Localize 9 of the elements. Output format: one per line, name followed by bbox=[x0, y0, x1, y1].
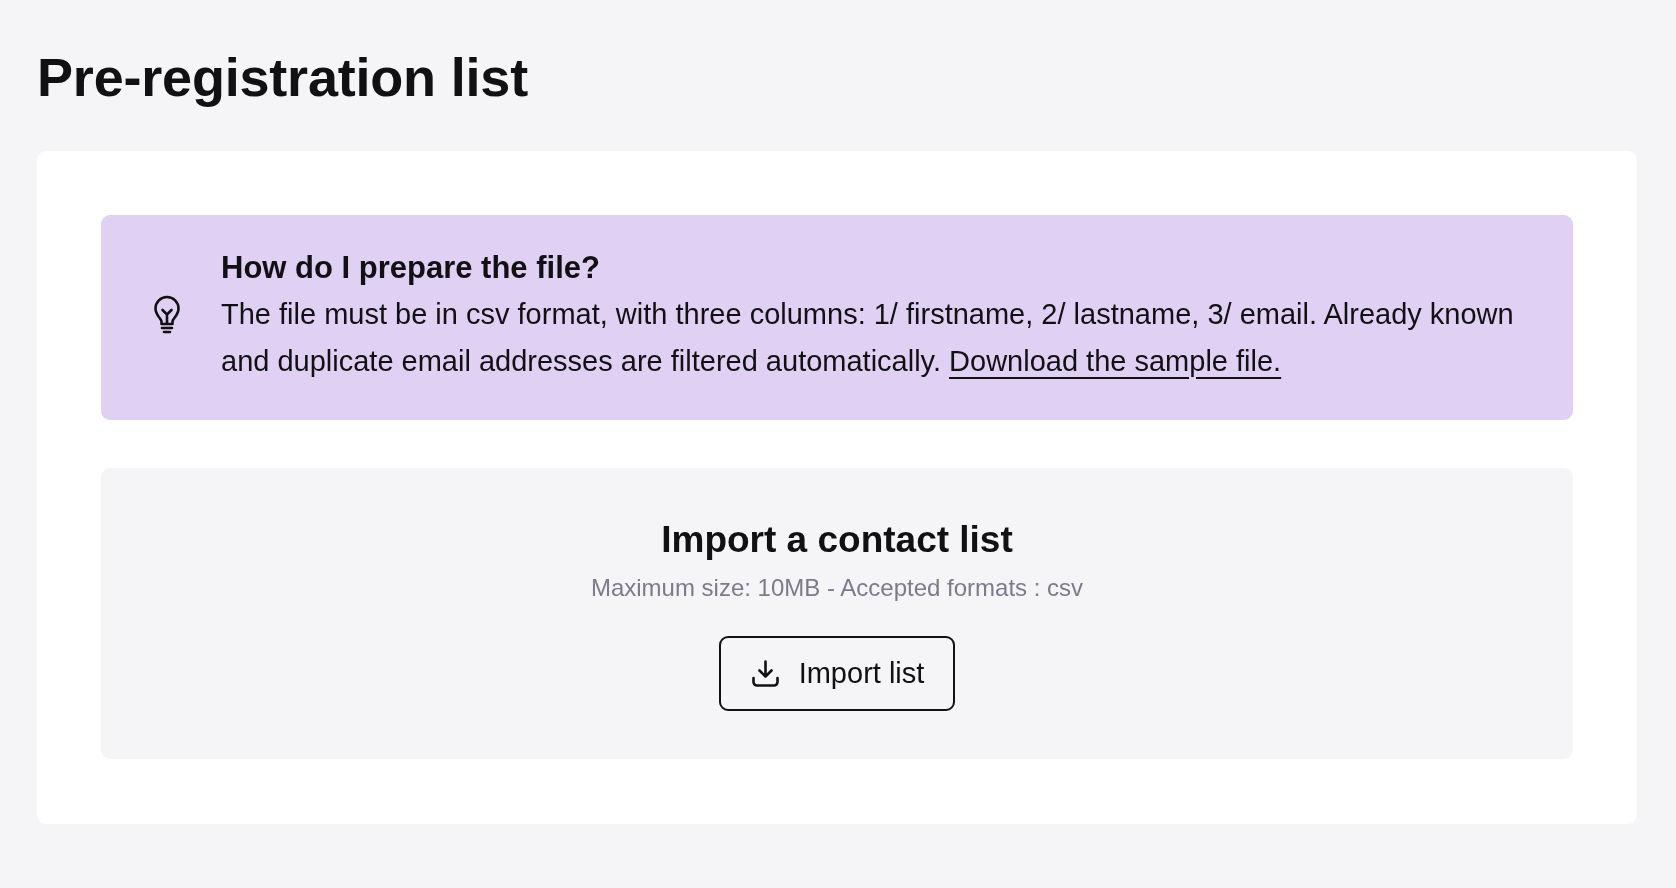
lightbulb-icon bbox=[153, 295, 181, 334]
import-button[interactable]: Import list bbox=[718, 636, 956, 711]
download-icon bbox=[751, 660, 779, 687]
import-heading: Import a contact list bbox=[661, 518, 1013, 562]
info-heading: How do I prepare the file? bbox=[221, 249, 601, 287]
sample-file-link[interactable]: Download the sample file. bbox=[949, 344, 1282, 377]
info-text: The file must be in csv format, with three columns: 1/ firstname, 2/ lastname, 3/ email. Already known and duplicate email addresses are filtered automatically. Download the sample file. bbox=[221, 297, 1515, 379]
page-title: Pre-registration list bbox=[37, 46, 529, 109]
import-hint: Maximum size: 10MB - Accepted formats : csv bbox=[590, 573, 1084, 603]
